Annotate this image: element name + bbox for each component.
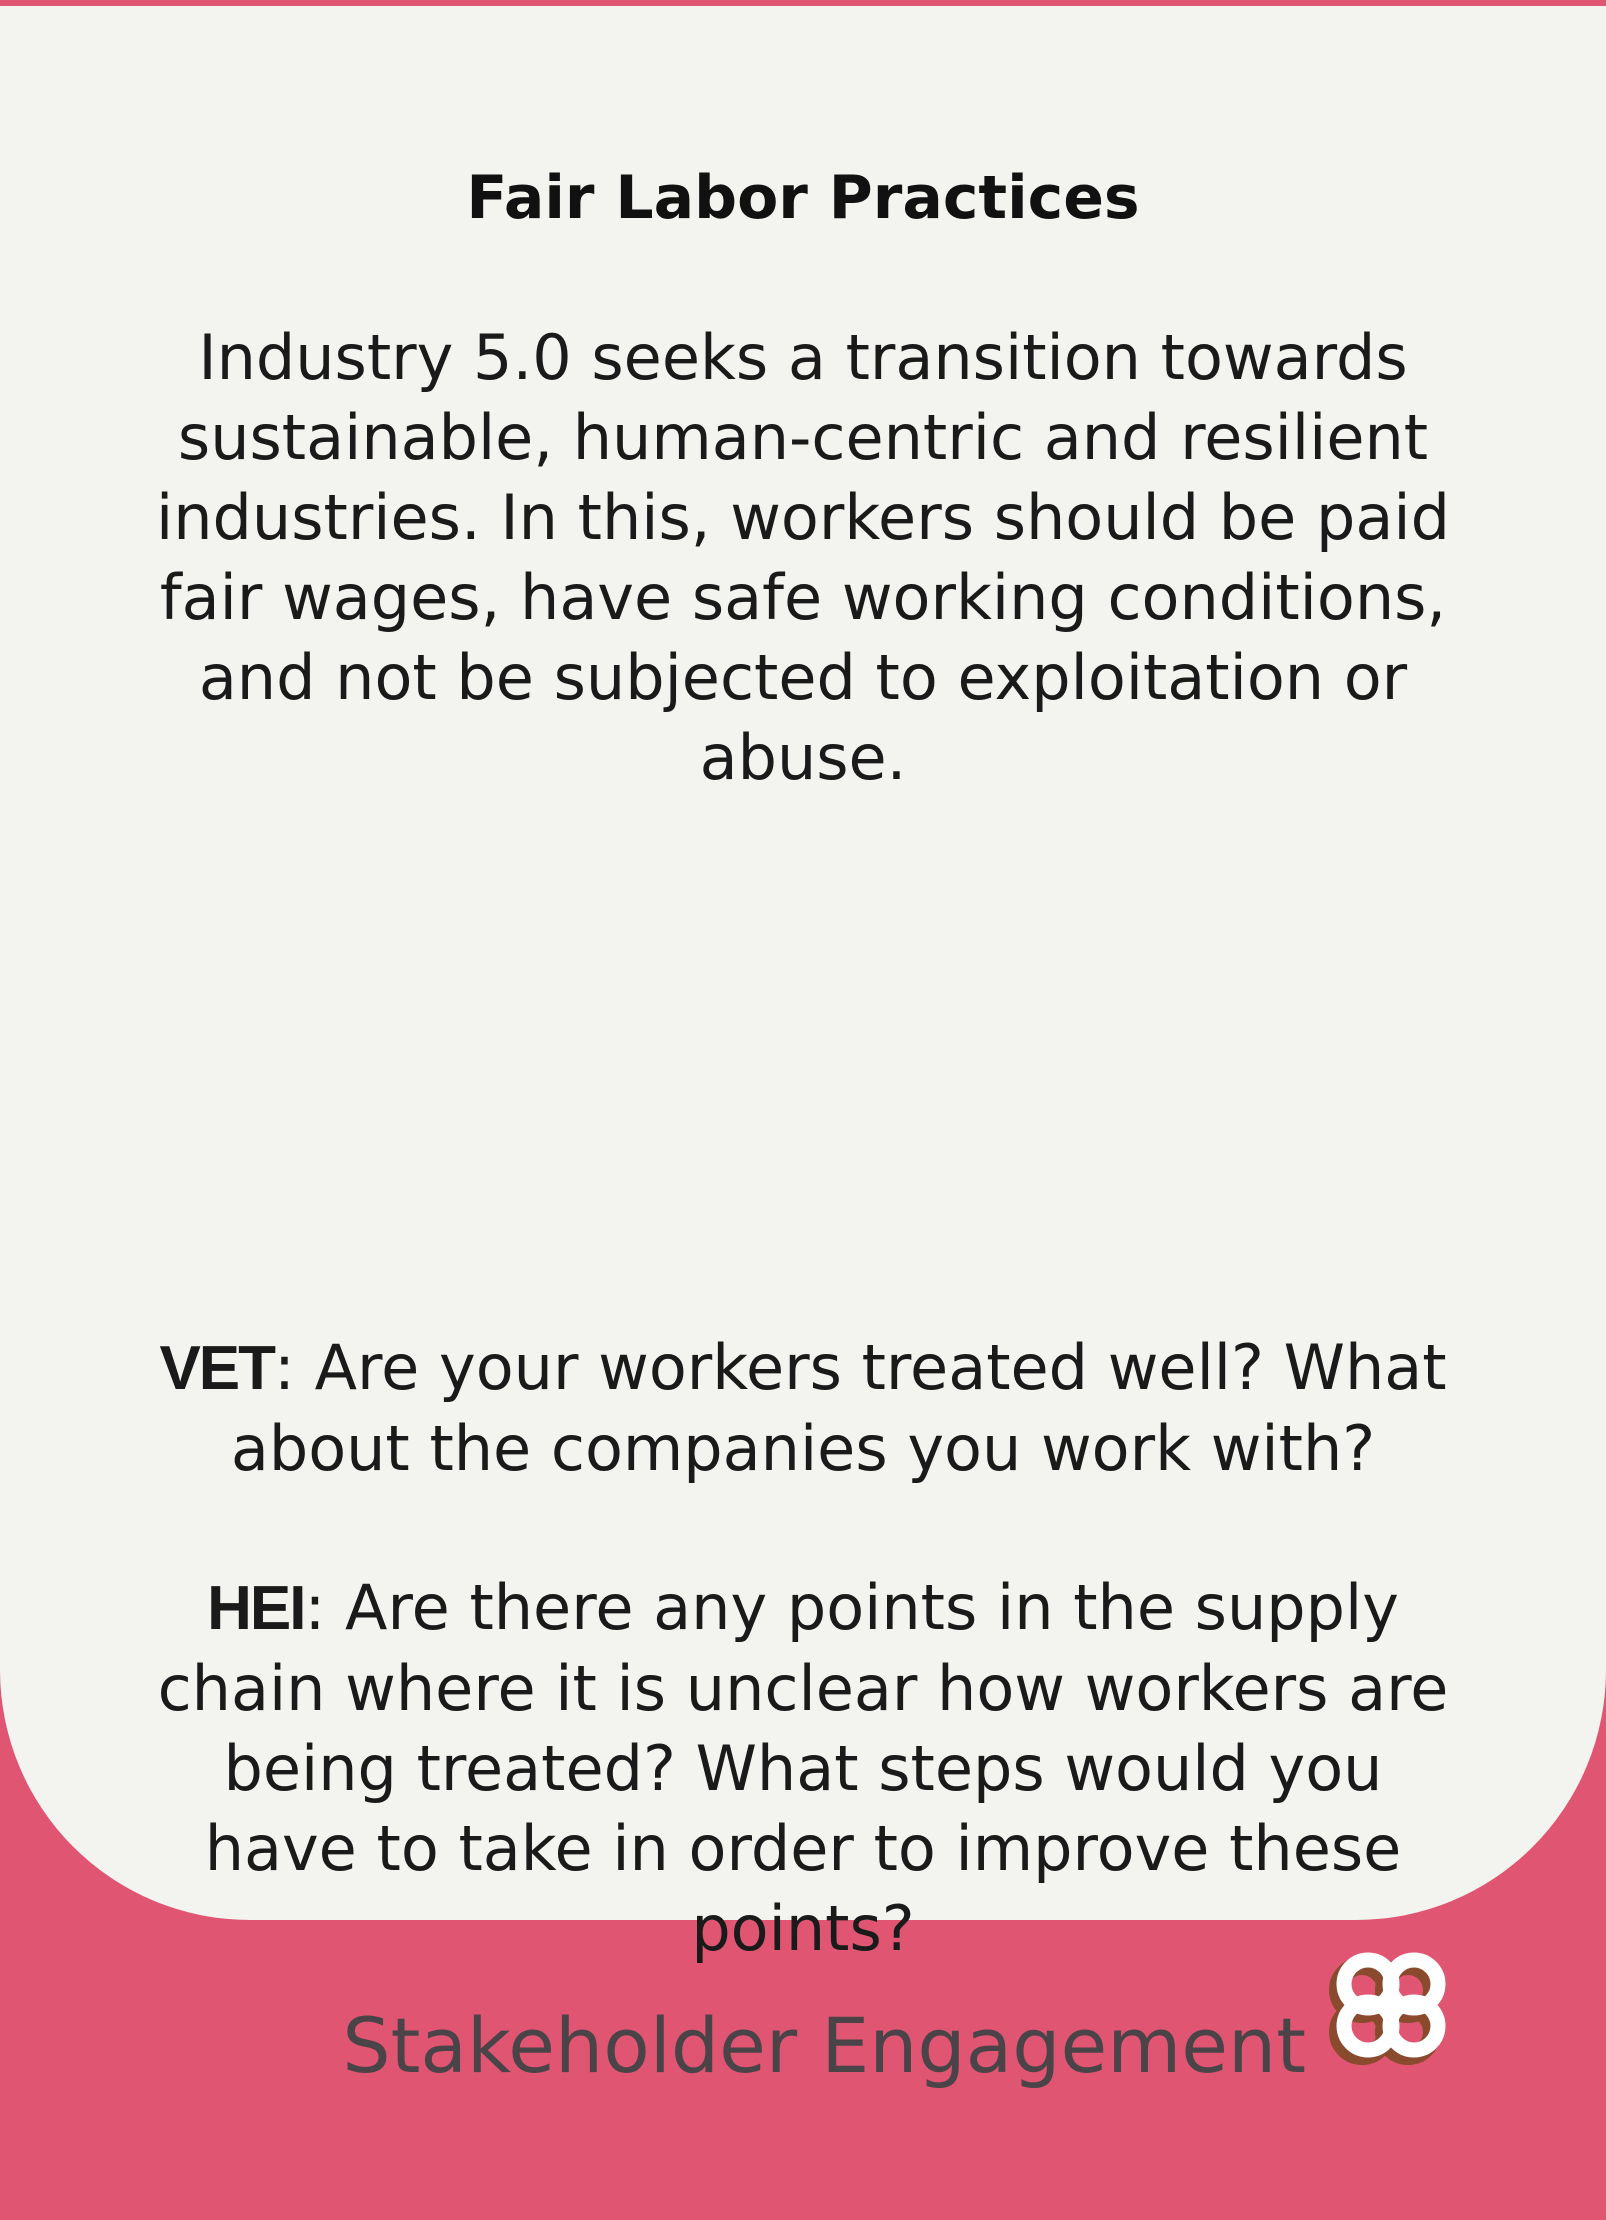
hei-prompt: HEI: Are there any points in the supply … (140, 1568, 1466, 1969)
card-panel: Fair Labor Practices Industry 5.0 seeks … (0, 6, 1606, 1965)
hei-tag: HEI (207, 1574, 306, 1643)
vet-tag: VET (159, 1334, 276, 1403)
hei-question: : Are there any points in the supply cha… (157, 1571, 1449, 1965)
vet-question: : Are your workers treated well? What ab… (230, 1331, 1447, 1485)
linked-rings-icon (1329, 1952, 1446, 2065)
card-footer: Stakeholder Engagement (0, 1950, 1606, 2090)
vet-prompt: VET: Are your workers treated well? What… (140, 1328, 1466, 1489)
category-label: Stakeholder Engagement (342, 2001, 1306, 2090)
card-title: Fair Labor Practices (466, 163, 1140, 233)
card-intro-text: Industry 5.0 seeks a transition towards … (156, 321, 1450, 794)
